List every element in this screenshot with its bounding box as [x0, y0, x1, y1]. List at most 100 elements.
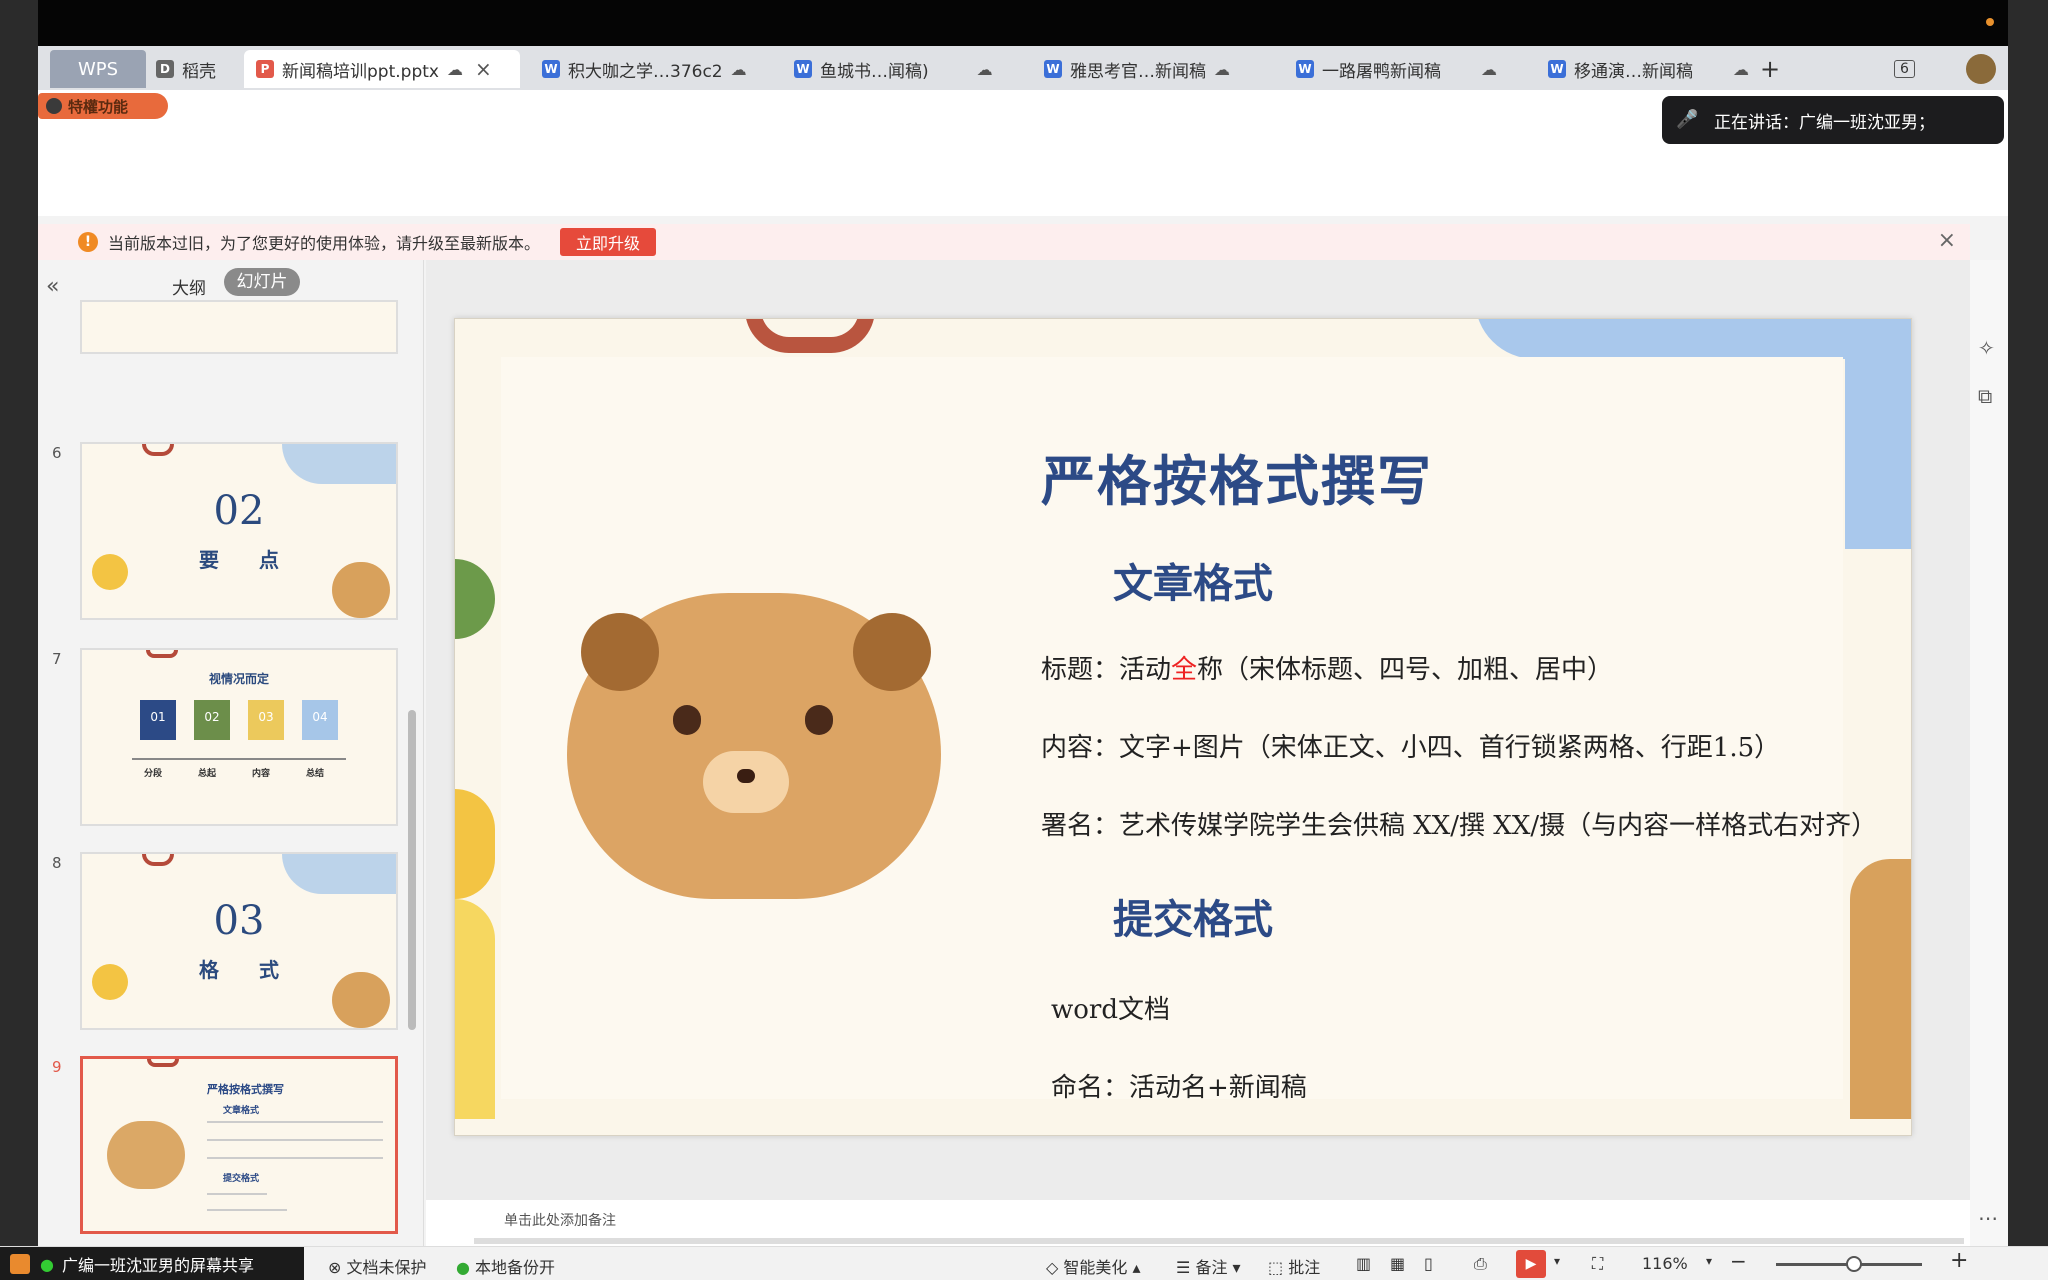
- upgrade-now-button[interactable]: 立即升级: [560, 228, 657, 256]
- slide-thumbnail-7[interactable]: 视情况而定 01 02 03 04 分段 总起 内容 总结: [80, 648, 398, 826]
- decor-cloud: [1845, 359, 1911, 549]
- zoom-options-icon[interactable]: ▾: [1706, 1254, 1712, 1268]
- slide-thumbnail-6[interactable]: 02 要 点: [80, 442, 398, 620]
- share-icon: [10, 1254, 30, 1274]
- decor-arc: [142, 854, 174, 866]
- slide-panel: « 大纲 幻灯片 6 02 要 点 7 视情况而定 01 02 03 04 分段…: [38, 260, 424, 1246]
- screen-share-indicator[interactable]: ● 广编一班沈亚男的屏幕共享: [0, 1247, 304, 1280]
- bear-ear: [581, 613, 659, 691]
- notes-icon: ☰: [1176, 1258, 1196, 1277]
- more-icon[interactable]: ⋯: [1978, 1206, 1998, 1230]
- bear-eye: [673, 705, 701, 735]
- tab-daoke[interactable]: D 稻壳: [156, 50, 216, 88]
- status-dot: [1986, 18, 1994, 26]
- zoom-in-icon[interactable]: +: [1950, 1248, 1968, 1273]
- slide-content-area: 严格按格式撰写 文章格式 标题：活动全称（宋体标题、四号、加粗、居中） 内容：文…: [501, 357, 1877, 1103]
- cloud-icon: ☁: [446, 59, 463, 79]
- line-signature-format[interactable]: 署名：艺术传媒学院学生会供稿 XX/撰 XX/摄（与内容一样格式右对齐）: [1041, 805, 1877, 842]
- left-frame: [0, 0, 38, 1280]
- panel-scrollbar[interactable]: [408, 710, 416, 1030]
- step-02: 02: [194, 700, 230, 740]
- user-avatar[interactable]: [1966, 54, 1996, 84]
- horizontal-scrollbar[interactable]: [474, 1238, 1964, 1244]
- tab-doc-2[interactable]: W 鱼城书…闻稿) ☁: [794, 50, 993, 88]
- right-frame: [2008, 0, 2048, 1280]
- section-heading-submit-format[interactable]: 提交格式: [1113, 887, 1273, 945]
- shield-icon: ⊗: [328, 1258, 347, 1277]
- presenter-icon[interactable]: ⎙: [1474, 1254, 1487, 1274]
- notes-toggle-button[interactable]: ☰ 备注 ▾: [1176, 1254, 1241, 1278]
- wps-window: WPS D 稻壳 P 新闻稿培训ppt.pptx ☁ × W 积大咖之学…376…: [38, 46, 2008, 1246]
- word-file-icon: W: [1296, 60, 1314, 78]
- slide-thumbnail-5[interactable]: [80, 300, 398, 354]
- normal-view-icon[interactable]: ▥: [1356, 1254, 1371, 1273]
- tab-doc-4[interactable]: W 一路屠鸭新闻稿 ☁: [1296, 50, 1497, 88]
- cloud-icon: ☁: [976, 59, 993, 79]
- tab-slides[interactable]: 幻灯片: [224, 268, 300, 296]
- local-backup-status[interactable]: ● 本地备份开: [456, 1254, 555, 1278]
- window-icon[interactable]: ⧉: [1978, 384, 1992, 408]
- line-word-doc[interactable]: word文档: [1051, 989, 1170, 1026]
- tab-doc-3[interactable]: W 雅思考官…新闻稿 ☁: [1044, 50, 1230, 88]
- reading-view-icon[interactable]: ▯: [1424, 1254, 1433, 1273]
- slide-thumbnail-8[interactable]: 03 格 式: [80, 852, 398, 1030]
- pin-icon[interactable]: ✧: [1978, 336, 1995, 360]
- smart-beautify-button[interactable]: ◇ 智能美化 ▴: [1046, 1254, 1141, 1278]
- decor-cloud: [1475, 319, 1911, 359]
- slide-thumbnail-9[interactable]: 严格按格式撰写 文章格式 提交格式: [80, 1056, 398, 1234]
- current-slide[interactable]: 严格按格式撰写 文章格式 标题：活动全称（宋体标题、四号、加粗、居中） 内容：文…: [454, 318, 1912, 1136]
- decor-cloud: [282, 444, 396, 484]
- play-slideshow-icon[interactable]: ▶: [1516, 1250, 1546, 1278]
- mic-icon: ●: [40, 1254, 54, 1274]
- text-line: [207, 1121, 383, 1123]
- vip-icon: [46, 98, 62, 114]
- tab-bar: WPS D 稻壳 P 新闻稿培训ppt.pptx ☁ × W 积大咖之学…376…: [38, 46, 2008, 90]
- line-title-format[interactable]: 标题：活动全称（宋体标题、四号、加粗、居中）: [1041, 649, 1613, 686]
- bear-snout: [703, 751, 789, 813]
- decor-arc: [147, 1059, 179, 1067]
- slide-title[interactable]: 严格按格式撰写: [1041, 437, 1433, 516]
- line-naming[interactable]: 命名：活动名+新闻稿: [1051, 1067, 1307, 1104]
- text-line: [207, 1139, 383, 1141]
- window-count-button[interactable]: 6: [1894, 50, 1915, 88]
- zoom-out-icon[interactable]: −: [1730, 1249, 1747, 1273]
- play-options-icon[interactable]: ▾: [1554, 1254, 1560, 1268]
- flower-icon: [455, 789, 495, 899]
- bear-face-icon: [567, 593, 941, 899]
- bear-icon: [1850, 859, 1911, 1119]
- zoom-slider-handle[interactable]: [1846, 1256, 1862, 1272]
- flower-icon: [455, 899, 495, 1119]
- text-line: [207, 1193, 267, 1195]
- close-icon[interactable]: ×: [1938, 228, 1956, 253]
- beautify-icon: ◇: [1046, 1258, 1064, 1277]
- bear-icon: [107, 1121, 185, 1189]
- line-content-format[interactable]: 内容：文字+图片（宋体正文、小四、首行锁紧两格、行距1.5）: [1041, 727, 1780, 764]
- section-heading-article-format[interactable]: 文章格式: [1113, 551, 1273, 609]
- tab-doc-1[interactable]: W 积大咖之学…376c2 ☁: [542, 50, 747, 88]
- tab-doc-5[interactable]: W 移通演…新闻稿 ☁: [1548, 50, 1749, 88]
- close-tab-icon[interactable]: ×: [475, 57, 492, 81]
- decor-arc: [745, 319, 875, 353]
- grid-view-icon[interactable]: ▦: [1390, 1254, 1405, 1273]
- cloud-icon: ☁: [730, 59, 747, 79]
- speaking-indicator: 🎤 正在讲话：广编一班沈亚男；: [1662, 96, 2004, 144]
- daoke-icon: D: [156, 60, 174, 78]
- tab-news-ppt[interactable]: P 新闻稿培训ppt.pptx ☁ ×: [244, 50, 520, 88]
- slide-number: 9: [52, 1058, 62, 1076]
- tab-wps-home[interactable]: WPS: [50, 50, 146, 88]
- decor-arc: [142, 444, 174, 456]
- zoom-level[interactable]: 116%: [1642, 1254, 1688, 1273]
- bear-ear: [853, 613, 931, 691]
- new-tab-button[interactable]: +: [1760, 50, 1780, 88]
- fit-window-icon[interactable]: ⛶: [1592, 1254, 1603, 1274]
- collapse-panel-icon[interactable]: «: [46, 274, 59, 299]
- upgrade-notice-bar: ! 当前版本过旧，为了您更好的使用体验，请升级至最新版本。 立即升级 ×: [38, 224, 1970, 260]
- timeline: [132, 758, 346, 760]
- tab-outline[interactable]: 大纲: [172, 274, 206, 299]
- word-file-icon: W: [542, 60, 560, 78]
- vip-badge[interactable]: 特權功能: [38, 93, 168, 119]
- screen-share-top-bar: [0, 0, 2048, 46]
- word-file-icon: W: [1044, 60, 1062, 78]
- doc-unprotected-status[interactable]: ⊗ 文档未保护: [328, 1254, 427, 1278]
- comment-button[interactable]: ⬚ 批注: [1268, 1254, 1320, 1278]
